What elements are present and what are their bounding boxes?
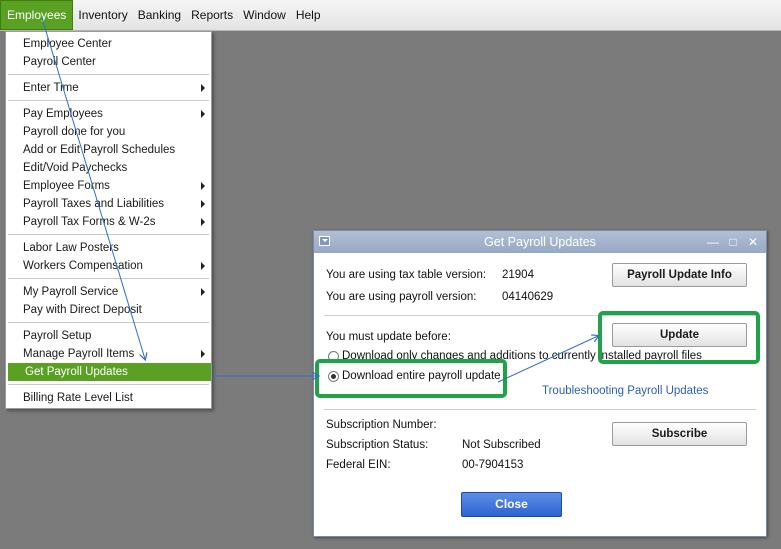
menu-item-pay-with-direct-deposit[interactable]: Pay with Direct Deposit xyxy=(6,301,211,319)
submenu-arrow-icon xyxy=(201,110,205,118)
annotation-highlight-entire-option xyxy=(315,359,507,398)
menu-bar: Employees Inventory Banking Reports Wind… xyxy=(0,0,781,31)
tax-table-version-label: You are using tax table version: xyxy=(326,269,487,281)
menu-separator xyxy=(8,384,209,385)
submenu-arrow-icon xyxy=(201,200,205,208)
menu-item-label: Payroll Tax Forms & W-2s xyxy=(23,216,156,228)
subscription-status-label: Subscription Status: xyxy=(326,439,429,451)
menu-item-payroll-taxes-liabilities[interactable]: Payroll Taxes and Liabilities xyxy=(6,195,211,213)
menu-item-label: Labor Law Posters xyxy=(23,242,119,254)
minimize-icon[interactable]: — xyxy=(706,235,720,249)
menu-item-label: Pay Employees xyxy=(23,108,103,120)
menu-item-labor-law-posters[interactable]: Labor Law Posters xyxy=(6,239,211,257)
menu-separator xyxy=(8,278,209,279)
menu-item-label: Payroll Setup xyxy=(23,330,92,342)
update-before-label: You must update before: xyxy=(326,331,451,343)
menu-item-workers-compensation[interactable]: Workers Compensation xyxy=(6,257,211,275)
menu-item-label: Payroll done for you xyxy=(23,126,126,138)
menu-item-label: My Payroll Service xyxy=(23,286,119,298)
subscription-status-value: Not Subscribed xyxy=(462,439,541,451)
menu-item-label: Payroll Taxes and Liabilities xyxy=(23,198,165,210)
menu-item-label: Edit/Void Paychecks xyxy=(23,162,128,174)
maximize-icon[interactable]: □ xyxy=(726,235,740,249)
payroll-version-value: 04140629 xyxy=(502,291,554,303)
payroll-version-label: You are using payroll version: xyxy=(326,291,477,303)
menu-item-label: Pay with Direct Deposit xyxy=(23,304,142,316)
menu-help[interactable]: Help xyxy=(291,0,326,30)
menu-item-employee-forms[interactable]: Employee Forms xyxy=(6,177,211,195)
close-button[interactable]: Close xyxy=(461,492,562,517)
menu-item-label: Get Payroll Updates xyxy=(25,366,128,378)
menu-item-payroll-tax-forms-w2s[interactable]: Payroll Tax Forms & W-2s xyxy=(6,213,211,231)
annotation-highlight-update xyxy=(598,311,760,364)
menu-item-label: Payroll Center xyxy=(23,56,96,68)
menu-employees[interactable]: Employees xyxy=(0,0,74,30)
submenu-arrow-icon xyxy=(201,182,205,190)
menu-item-label: Employee Center xyxy=(23,38,112,50)
menu-item-manage-payroll-items[interactable]: Manage Payroll Items xyxy=(6,345,211,363)
menu-item-pay-employees[interactable]: Pay Employees xyxy=(6,105,211,123)
menu-item-enter-time[interactable]: Enter Time xyxy=(6,79,211,97)
federal-ein-label: Federal EIN: xyxy=(326,459,391,471)
menu-item-payroll-setup[interactable]: Payroll Setup xyxy=(6,327,211,345)
divider xyxy=(324,409,756,410)
menu-separator xyxy=(8,322,209,323)
troubleshooting-link[interactable]: Troubleshooting Payroll Updates xyxy=(542,385,708,397)
menu-separator xyxy=(8,74,209,75)
menu-item-employee-center[interactable]: Employee Center xyxy=(6,35,211,53)
menu-item-label: Workers Compensation xyxy=(23,260,143,272)
submenu-arrow-icon xyxy=(201,218,205,226)
dialog-title: Get Payroll Updates xyxy=(484,235,596,249)
subscribe-button[interactable]: Subscribe xyxy=(612,422,747,446)
submenu-arrow-icon xyxy=(201,262,205,270)
menu-item-label: Enter Time xyxy=(23,82,79,94)
menu-item-add-edit-payroll-schedules[interactable]: Add or Edit Payroll Schedules xyxy=(6,141,211,159)
submenu-arrow-icon xyxy=(201,84,205,92)
menu-window[interactable]: Window xyxy=(238,0,291,30)
employees-menu-dropdown: Employee Center Payroll Center Enter Tim… xyxy=(5,31,212,409)
menu-item-my-payroll-service[interactable]: My Payroll Service xyxy=(6,283,211,301)
menu-inventory[interactable]: Inventory xyxy=(73,0,132,30)
menu-item-payroll-done-for-you[interactable]: Payroll done for you xyxy=(6,123,211,141)
tax-table-version-value: 21904 xyxy=(502,269,534,281)
payroll-update-info-button[interactable]: Payroll Update Info xyxy=(612,263,747,287)
menu-item-payroll-center[interactable]: Payroll Center xyxy=(6,53,211,71)
window-menu-icon[interactable] xyxy=(319,236,330,246)
menu-item-label: Billing Rate Level List xyxy=(23,392,133,404)
subscription-number-label: Subscription Number: xyxy=(326,419,437,431)
menu-item-label: Employee Forms xyxy=(23,180,110,192)
dialog-title-bar: Get Payroll Updates — □ ✕ xyxy=(314,231,766,253)
menu-item-label: Add or Edit Payroll Schedules xyxy=(23,144,176,156)
menu-item-edit-void-paychecks[interactable]: Edit/Void Paychecks xyxy=(6,159,211,177)
close-icon[interactable]: ✕ xyxy=(746,235,760,249)
menu-separator xyxy=(8,100,209,101)
menu-item-get-payroll-updates[interactable]: Get Payroll Updates xyxy=(8,363,211,381)
menu-reports[interactable]: Reports xyxy=(186,0,238,30)
federal-ein-value: 00-7904153 xyxy=(462,459,524,471)
submenu-arrow-icon xyxy=(201,288,205,296)
submenu-arrow-icon xyxy=(201,350,205,358)
menu-item-billing-rate-level-list[interactable]: Billing Rate Level List xyxy=(6,389,211,407)
menu-banking[interactable]: Banking xyxy=(133,0,186,30)
menu-item-label: Manage Payroll Items xyxy=(23,348,135,360)
menu-separator xyxy=(8,234,209,235)
